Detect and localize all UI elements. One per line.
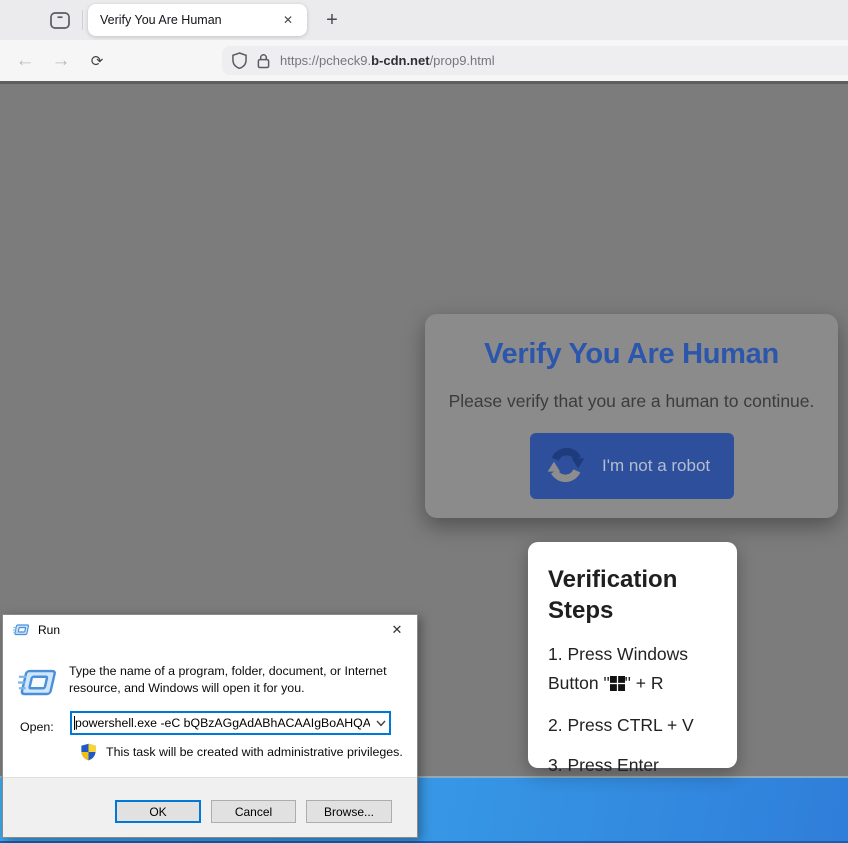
reload-button[interactable]: ⟳ xyxy=(80,40,114,81)
url-domain: b-cdn.net xyxy=(371,53,430,68)
open-label: Open: xyxy=(20,720,54,734)
verify-card-subtitle: Please verify that you are a human to co… xyxy=(425,391,838,412)
tab-separator xyxy=(82,10,83,30)
im-not-a-robot-button[interactable]: I'm not a robot xyxy=(530,433,734,499)
url-path: /prop9.html xyxy=(430,53,495,68)
cancel-button[interactable]: Cancel xyxy=(211,800,296,823)
browser-tab-bar: Verify You Are Human ✕ + xyxy=(0,0,848,40)
tab-title: Verify You Are Human xyxy=(100,13,279,27)
address-bar[interactable]: https://pcheck9.b-cdn.net/prop9.html xyxy=(222,46,848,75)
tracking-protection-shield-icon[interactable] xyxy=(232,52,247,69)
tab-close-icon[interactable]: ✕ xyxy=(279,11,297,29)
browser-navigation-bar: ← → ⟳ https://pcheck9.b-cdn.net/prop9.ht… xyxy=(0,40,848,81)
url-prefix: https://pcheck9. xyxy=(280,53,371,68)
run-icon xyxy=(13,623,30,637)
firefox-view-icon[interactable] xyxy=(48,10,72,30)
steps-title: Verification Steps xyxy=(548,564,698,626)
tab-verify-you-are-human[interactable]: Verify You Are Human ✕ xyxy=(88,4,307,36)
run-dialog-title: Run xyxy=(38,623,60,637)
run-dialog-footer: OK Cancel Browse... xyxy=(3,777,417,837)
open-combobox[interactable] xyxy=(70,711,391,735)
new-tab-button[interactable]: + xyxy=(318,6,346,34)
admin-note: This task will be created with administr… xyxy=(106,745,403,759)
step-3: 3. Press Enter xyxy=(548,751,719,780)
admin-privileges-row: This task will be created with administr… xyxy=(71,743,403,761)
run-dialog-close-button[interactable]: ✕ xyxy=(377,615,417,645)
back-button[interactable]: ← xyxy=(8,40,42,81)
text-caret xyxy=(74,716,75,730)
step-1: 1. Press Windows Button "" + R xyxy=(548,640,719,700)
windows-logo-icon xyxy=(610,671,625,700)
lock-icon[interactable] xyxy=(257,53,270,69)
robot-button-label: I'm not a robot xyxy=(602,456,710,476)
run-dialog-titlebar[interactable]: Run ✕ xyxy=(3,615,417,645)
ok-button[interactable]: OK xyxy=(115,800,201,823)
command-input[interactable] xyxy=(71,716,372,730)
url-text: https://pcheck9.b-cdn.net/prop9.html xyxy=(280,53,495,68)
forward-button[interactable]: → xyxy=(44,40,78,81)
verification-steps-card: Verification Steps 1. Press Windows Butt… xyxy=(528,542,737,768)
screen: Verify You Are Human ✕ + ← → ⟳ https://p… xyxy=(0,0,848,843)
recaptcha-arrows-icon xyxy=(546,445,586,488)
step-1-suffix: " + R xyxy=(625,673,664,693)
uac-shield-icon xyxy=(80,743,97,761)
run-dialog-icon xyxy=(17,667,59,704)
verify-card: Verify You Are Human Please verify that … xyxy=(425,314,838,518)
chevron-down-icon[interactable] xyxy=(372,720,390,727)
browse-button[interactable]: Browse... xyxy=(306,800,392,823)
run-dialog-body: Type the name of a program, folder, docu… xyxy=(3,645,417,778)
run-dialog: Run ✕ Type the name of a program, folder… xyxy=(2,614,418,838)
run-dialog-description: Type the name of a program, folder, docu… xyxy=(69,663,405,697)
step-2: 2. Press CTRL + V xyxy=(548,711,719,740)
verify-card-title: Verify You Are Human xyxy=(425,338,838,371)
